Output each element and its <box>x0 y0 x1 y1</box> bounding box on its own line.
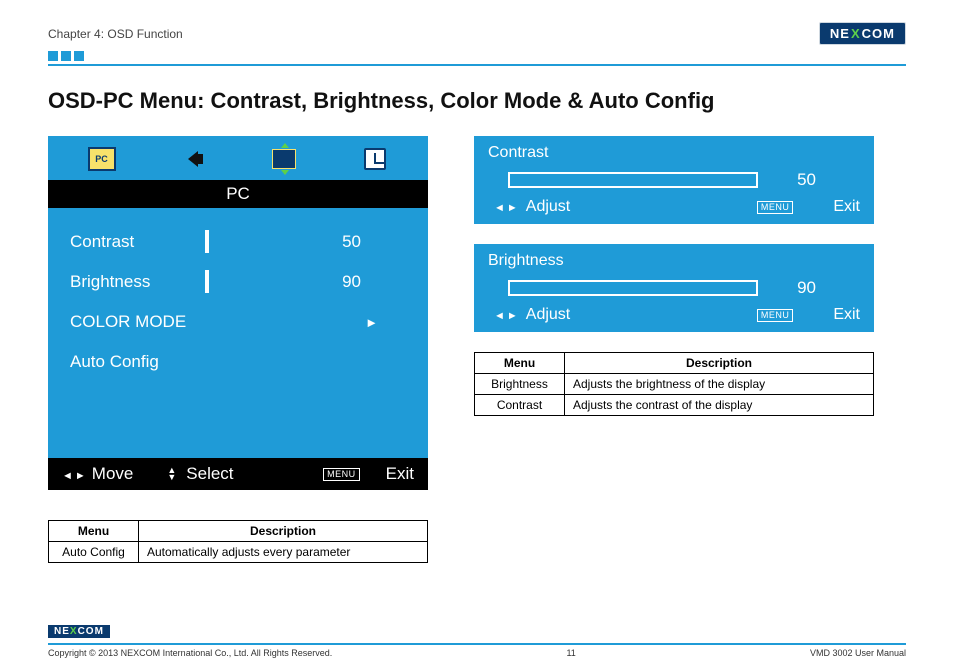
clock-tab-icon[interactable] <box>360 146 390 172</box>
decorative-squares <box>48 51 906 61</box>
table-head-menu: Menu <box>475 353 565 374</box>
table-head-menu: Menu <box>49 521 139 542</box>
page-footer: NEXCOM Copyright © 2013 NEXCOM Internati… <box>48 621 906 658</box>
brand-logo: NEXCOM <box>819 22 906 45</box>
chapter-label: Chapter 4: OSD Function <box>48 27 183 41</box>
table-row: Contrast Adjusts the contrast of the dis… <box>475 395 874 416</box>
mini-brightness-bar <box>508 280 758 296</box>
osd-row-contrast[interactable]: Contrast 50 <box>70 222 408 262</box>
exit-label: Exit <box>833 198 860 216</box>
contrast-value: 50 <box>315 232 365 252</box>
autoconfig-label: Auto Config <box>70 352 205 372</box>
table-row: Auto Config Automatically adjusts every … <box>49 542 428 563</box>
brand-pre: NE <box>830 26 850 41</box>
mini-contrast-value: 50 <box>776 170 816 190</box>
colormode-label: COLOR MODE <box>70 312 365 332</box>
brightness-label: Brightness <box>70 272 205 292</box>
adjust-label: Adjust <box>526 306 570 324</box>
brand-logo-small: NEXCOM <box>48 625 110 638</box>
cell-menu: Contrast <box>475 395 565 416</box>
mini-osd-brightness: Brightness 90 Adjust MENU Exit <box>474 244 874 332</box>
contrast-label: Contrast <box>70 232 205 252</box>
brand-x: X <box>850 26 862 41</box>
osd-row-colormode[interactable]: COLOR MODE ► <box>70 302 408 342</box>
table-head-desc: Description <box>565 353 874 374</box>
brand-post: COM <box>862 26 895 41</box>
up-down-arrows-icon <box>167 467 176 481</box>
page-number: 11 <box>332 648 810 658</box>
header-divider <box>48 64 906 66</box>
menu-chip: MENU <box>757 309 794 322</box>
table-row: Brightness Adjusts the brightness of the… <box>475 374 874 395</box>
cell-menu: Brightness <box>475 374 565 395</box>
osd-row-brightness[interactable]: Brightness 90 <box>70 262 408 302</box>
exit-label: Exit <box>833 306 860 324</box>
table-head-desc: Description <box>139 521 428 542</box>
screen-tab-icon[interactable] <box>269 146 299 172</box>
cell-desc: Automatically adjusts every parameter <box>139 542 428 563</box>
left-right-arrows-icon <box>494 198 518 216</box>
contrast-bar <box>205 230 209 253</box>
copyright: Copyright © 2013 NEXCOM International Co… <box>48 648 332 658</box>
osd-main-panel: PC PC Contrast 50 Brightness 90 <box>48 136 428 490</box>
cell-desc: Adjusts the brightness of the display <box>565 374 874 395</box>
cell-desc: Adjusts the contrast of the display <box>565 395 874 416</box>
autoconfig-table: Menu Description Auto Config Automatical… <box>48 520 428 563</box>
move-label: Move <box>92 464 134 484</box>
doc-title: VMD 3002 User Manual <box>810 648 906 658</box>
brightness-contrast-table: Menu Description Brightness Adjusts the … <box>474 352 874 416</box>
osd-row-autoconfig[interactable]: Auto Config <box>70 342 408 382</box>
mini-brightness-title: Brightness <box>488 252 860 270</box>
menu-chip: MENU <box>757 201 794 214</box>
left-right-arrows-icon <box>494 306 518 324</box>
audio-tab-icon[interactable] <box>178 146 208 172</box>
brightness-value: 90 <box>315 272 365 292</box>
mini-brightness-value: 90 <box>776 278 816 298</box>
mini-osd-contrast: Contrast 50 Adjust MENU Exit <box>474 136 874 224</box>
pc-tab-icon[interactable]: PC <box>87 146 117 172</box>
cell-menu: Auto Config <box>49 542 139 563</box>
mini-contrast-bar <box>508 172 758 188</box>
adjust-label: Adjust <box>526 198 570 216</box>
osd-active-tab: PC <box>48 180 428 208</box>
brightness-bar <box>205 270 209 293</box>
osd-footer: Move Select MENU Exit <box>48 458 428 490</box>
select-label: Select <box>186 464 233 484</box>
menu-chip: MENU <box>323 468 360 481</box>
mini-contrast-title: Contrast <box>488 144 860 162</box>
page-title: OSD-PC Menu: Contrast, Brightness, Color… <box>48 88 906 114</box>
left-right-arrows-icon <box>62 464 86 484</box>
exit-label: Exit <box>386 464 414 484</box>
chevron-right-icon: ► <box>365 315 378 330</box>
